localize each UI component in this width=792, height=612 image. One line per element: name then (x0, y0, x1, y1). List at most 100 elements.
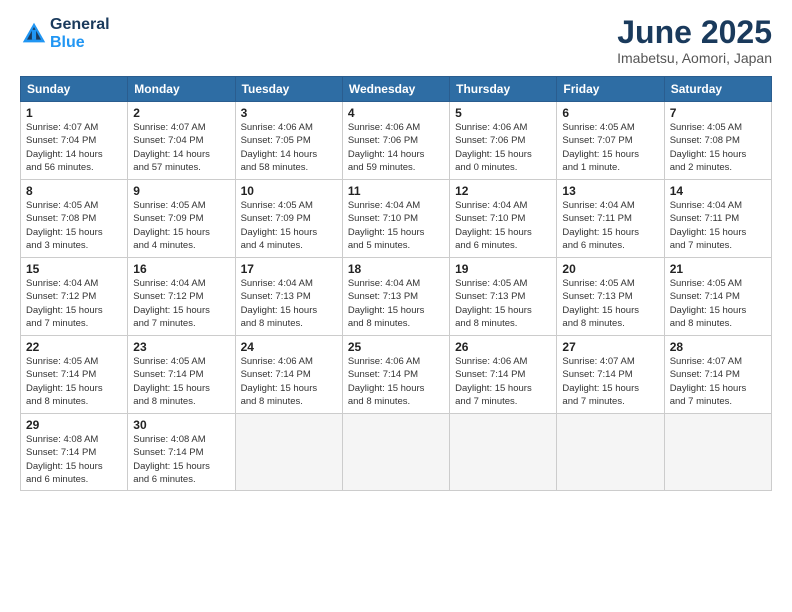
calendar-cell: 11Sunrise: 4:04 AM Sunset: 7:10 PM Dayli… (342, 180, 449, 258)
calendar-cell: 6Sunrise: 4:05 AM Sunset: 7:07 PM Daylig… (557, 102, 664, 180)
calendar-cell: 30Sunrise: 4:08 AM Sunset: 7:14 PM Dayli… (128, 414, 235, 491)
day-number: 14 (670, 184, 766, 198)
day-number: 28 (670, 340, 766, 354)
day-number: 2 (133, 106, 229, 120)
calendar-cell: 13Sunrise: 4:04 AM Sunset: 7:11 PM Dayli… (557, 180, 664, 258)
day-info: Sunrise: 4:07 AM Sunset: 7:04 PM Dayligh… (133, 121, 229, 174)
day-number: 15 (26, 262, 122, 276)
day-info: Sunrise: 4:05 AM Sunset: 7:14 PM Dayligh… (26, 355, 122, 408)
day-info: Sunrise: 4:07 AM Sunset: 7:14 PM Dayligh… (562, 355, 658, 408)
weekday-header-thursday: Thursday (450, 77, 557, 102)
header: General Blue June 2025 Imabetsu, Aomori,… (20, 16, 772, 66)
day-number: 21 (670, 262, 766, 276)
day-number: 25 (348, 340, 444, 354)
day-info: Sunrise: 4:05 AM Sunset: 7:13 PM Dayligh… (455, 277, 551, 330)
calendar-cell: 25Sunrise: 4:06 AM Sunset: 7:14 PM Dayli… (342, 336, 449, 414)
day-info: Sunrise: 4:07 AM Sunset: 7:14 PM Dayligh… (670, 355, 766, 408)
day-info: Sunrise: 4:06 AM Sunset: 7:06 PM Dayligh… (348, 121, 444, 174)
day-info: Sunrise: 4:04 AM Sunset: 7:11 PM Dayligh… (670, 199, 766, 252)
calendar-cell: 4Sunrise: 4:06 AM Sunset: 7:06 PM Daylig… (342, 102, 449, 180)
calendar-cell (557, 414, 664, 491)
calendar-cell: 10Sunrise: 4:05 AM Sunset: 7:09 PM Dayli… (235, 180, 342, 258)
weekday-header-wednesday: Wednesday (342, 77, 449, 102)
day-number: 24 (241, 340, 337, 354)
calendar-cell: 27Sunrise: 4:07 AM Sunset: 7:14 PM Dayli… (557, 336, 664, 414)
day-info: Sunrise: 4:06 AM Sunset: 7:14 PM Dayligh… (241, 355, 337, 408)
calendar-cell: 1Sunrise: 4:07 AM Sunset: 7:04 PM Daylig… (21, 102, 128, 180)
day-info: Sunrise: 4:04 AM Sunset: 7:10 PM Dayligh… (455, 199, 551, 252)
day-info: Sunrise: 4:04 AM Sunset: 7:13 PM Dayligh… (348, 277, 444, 330)
day-number: 26 (455, 340, 551, 354)
day-number: 4 (348, 106, 444, 120)
day-info: Sunrise: 4:04 AM Sunset: 7:12 PM Dayligh… (26, 277, 122, 330)
calendar-cell: 20Sunrise: 4:05 AM Sunset: 7:13 PM Dayli… (557, 258, 664, 336)
day-info: Sunrise: 4:05 AM Sunset: 7:09 PM Dayligh… (133, 199, 229, 252)
calendar-cell: 5Sunrise: 4:06 AM Sunset: 7:06 PM Daylig… (450, 102, 557, 180)
day-info: Sunrise: 4:05 AM Sunset: 7:14 PM Dayligh… (670, 277, 766, 330)
day-number: 20 (562, 262, 658, 276)
day-info: Sunrise: 4:05 AM Sunset: 7:13 PM Dayligh… (562, 277, 658, 330)
calendar-cell: 15Sunrise: 4:04 AM Sunset: 7:12 PM Dayli… (21, 258, 128, 336)
day-number: 16 (133, 262, 229, 276)
day-info: Sunrise: 4:05 AM Sunset: 7:14 PM Dayligh… (133, 355, 229, 408)
calendar-cell: 17Sunrise: 4:04 AM Sunset: 7:13 PM Dayli… (235, 258, 342, 336)
day-info: Sunrise: 4:05 AM Sunset: 7:08 PM Dayligh… (26, 199, 122, 252)
calendar-cell: 23Sunrise: 4:05 AM Sunset: 7:14 PM Dayli… (128, 336, 235, 414)
day-info: Sunrise: 4:04 AM Sunset: 7:11 PM Dayligh… (562, 199, 658, 252)
weekday-header-sunday: Sunday (21, 77, 128, 102)
calendar-cell: 2Sunrise: 4:07 AM Sunset: 7:04 PM Daylig… (128, 102, 235, 180)
day-info: Sunrise: 4:06 AM Sunset: 7:14 PM Dayligh… (455, 355, 551, 408)
calendar-cell: 19Sunrise: 4:05 AM Sunset: 7:13 PM Dayli… (450, 258, 557, 336)
day-number: 11 (348, 184, 444, 198)
day-number: 22 (26, 340, 122, 354)
day-number: 23 (133, 340, 229, 354)
day-info: Sunrise: 4:05 AM Sunset: 7:09 PM Dayligh… (241, 199, 337, 252)
weekday-header-friday: Friday (557, 77, 664, 102)
calendar-cell (342, 414, 449, 491)
day-info: Sunrise: 4:04 AM Sunset: 7:12 PM Dayligh… (133, 277, 229, 330)
calendar-cell: 8Sunrise: 4:05 AM Sunset: 7:08 PM Daylig… (21, 180, 128, 258)
logo: General Blue (20, 16, 110, 51)
calendar-cell: 16Sunrise: 4:04 AM Sunset: 7:12 PM Dayli… (128, 258, 235, 336)
day-number: 3 (241, 106, 337, 120)
day-info: Sunrise: 4:05 AM Sunset: 7:07 PM Dayligh… (562, 121, 658, 174)
day-number: 17 (241, 262, 337, 276)
calendar: SundayMondayTuesdayWednesdayThursdayFrid… (20, 76, 772, 491)
logo-text-general: General (50, 16, 110, 34)
day-info: Sunrise: 4:06 AM Sunset: 7:05 PM Dayligh… (241, 121, 337, 174)
day-number: 30 (133, 418, 229, 432)
weekday-header-monday: Monday (128, 77, 235, 102)
day-number: 29 (26, 418, 122, 432)
day-number: 8 (26, 184, 122, 198)
month-title: June 2025 (617, 16, 772, 48)
day-number: 6 (562, 106, 658, 120)
day-info: Sunrise: 4:06 AM Sunset: 7:06 PM Dayligh… (455, 121, 551, 174)
logo-text-blue: Blue (50, 34, 110, 52)
day-number: 12 (455, 184, 551, 198)
day-number: 10 (241, 184, 337, 198)
weekday-header-saturday: Saturday (664, 77, 771, 102)
day-info: Sunrise: 4:06 AM Sunset: 7:14 PM Dayligh… (348, 355, 444, 408)
calendar-cell: 22Sunrise: 4:05 AM Sunset: 7:14 PM Dayli… (21, 336, 128, 414)
day-number: 9 (133, 184, 229, 198)
day-number: 13 (562, 184, 658, 198)
day-number: 7 (670, 106, 766, 120)
calendar-cell: 14Sunrise: 4:04 AM Sunset: 7:11 PM Dayli… (664, 180, 771, 258)
calendar-cell (235, 414, 342, 491)
day-number: 5 (455, 106, 551, 120)
day-info: Sunrise: 4:08 AM Sunset: 7:14 PM Dayligh… (26, 433, 122, 486)
day-info: Sunrise: 4:05 AM Sunset: 7:08 PM Dayligh… (670, 121, 766, 174)
calendar-cell: 18Sunrise: 4:04 AM Sunset: 7:13 PM Dayli… (342, 258, 449, 336)
calendar-cell: 26Sunrise: 4:06 AM Sunset: 7:14 PM Dayli… (450, 336, 557, 414)
day-info: Sunrise: 4:04 AM Sunset: 7:13 PM Dayligh… (241, 277, 337, 330)
calendar-cell: 24Sunrise: 4:06 AM Sunset: 7:14 PM Dayli… (235, 336, 342, 414)
calendar-cell: 21Sunrise: 4:05 AM Sunset: 7:14 PM Dayli… (664, 258, 771, 336)
weekday-header-row: SundayMondayTuesdayWednesdayThursdayFrid… (21, 77, 772, 102)
weekday-header-tuesday: Tuesday (235, 77, 342, 102)
day-info: Sunrise: 4:04 AM Sunset: 7:10 PM Dayligh… (348, 199, 444, 252)
day-number: 19 (455, 262, 551, 276)
day-number: 1 (26, 106, 122, 120)
day-number: 18 (348, 262, 444, 276)
title-area: June 2025 Imabetsu, Aomori, Japan (617, 16, 772, 66)
day-number: 27 (562, 340, 658, 354)
